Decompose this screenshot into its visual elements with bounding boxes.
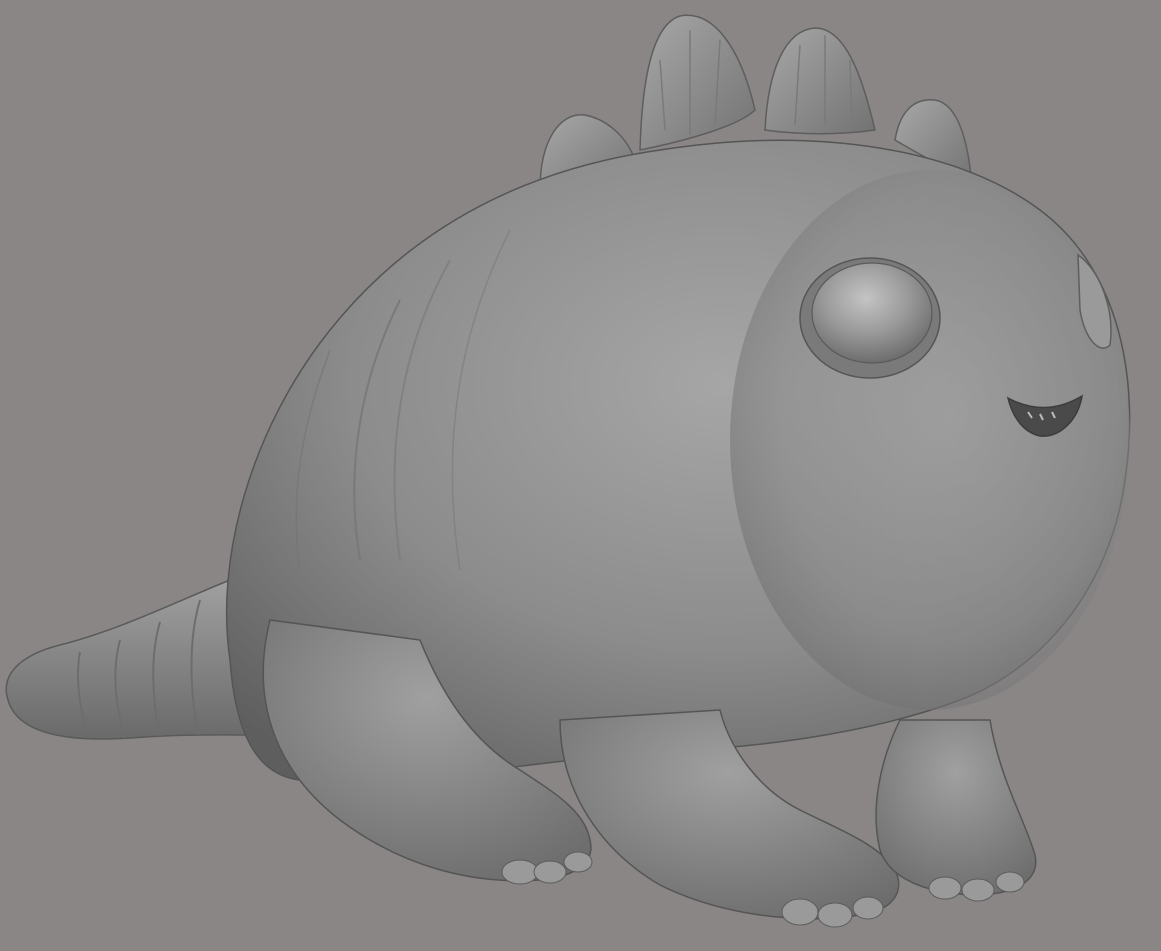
front-leg-right (875, 719, 1037, 902)
creature-sculpt-render (5, 14, 1131, 928)
eye (799, 257, 941, 379)
front-leg-left (559, 709, 900, 928)
head (730, 170, 1130, 710)
3d-viewport[interactable] (0, 0, 1161, 951)
tail (5, 578, 256, 740)
